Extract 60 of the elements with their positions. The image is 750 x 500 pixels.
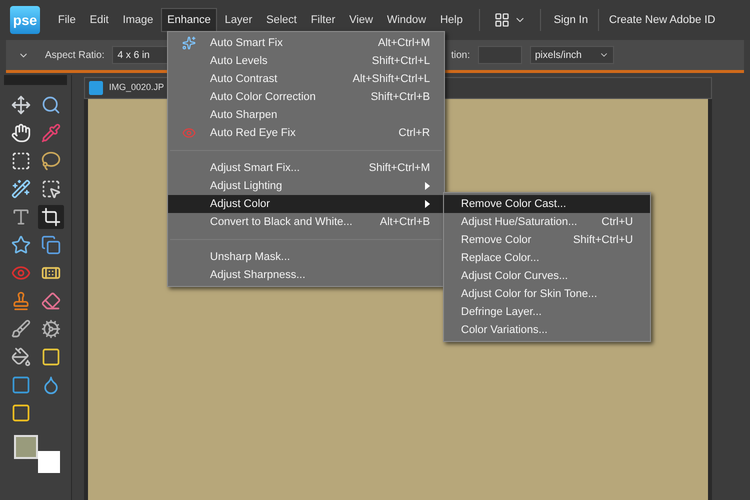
menu-item[interactable]: Help	[434, 8, 469, 32]
background-color-swatch[interactable]	[38, 451, 60, 473]
menu-option[interactable]: Adjust Color for Skin Tone...	[444, 285, 650, 303]
lasso-icon	[40, 151, 60, 171]
menu-option[interactable]: Adjust Lighting	[168, 177, 444, 195]
smart-fix-icon	[182, 36, 196, 50]
foreground-color-swatch[interactable]	[14, 435, 38, 459]
aspect-ratio-label: Aspect Ratio:	[45, 48, 104, 62]
eraser-icon	[40, 291, 60, 311]
stamp-icon	[11, 291, 31, 311]
magic-wand-icon	[11, 179, 31, 199]
menu-option[interactable]: Unsharp Mask...	[168, 248, 444, 266]
shape-icon	[11, 375, 31, 395]
menu-option[interactable]: Remove Color Shift+Ctrl+U	[444, 231, 650, 249]
menu-item[interactable]: Enhance	[161, 8, 217, 32]
resolution-label: tion:	[451, 48, 470, 62]
menu-option[interactable]: Auto Contrast Alt+Shift+Ctrl+L	[168, 70, 444, 88]
menu-option[interactable]: Adjust Color Curves...	[444, 267, 650, 285]
menu-option[interactable]: Color Variations...	[444, 321, 650, 339]
crop-icon	[40, 207, 60, 227]
menu-item[interactable]: File	[52, 8, 82, 32]
menu-option[interactable]: Adjust Color	[168, 195, 444, 213]
app-logo: pse	[10, 6, 40, 34]
document-icon	[89, 81, 103, 95]
menu-item[interactable]: Filter	[304, 8, 342, 32]
resolution-field[interactable]	[478, 46, 522, 64]
menu-option[interactable]: Remove Color Cast...	[444, 195, 650, 213]
menu-item[interactable]: Edit	[84, 8, 115, 32]
menu-item[interactable]: Window	[380, 8, 432, 32]
layout-icon	[494, 12, 510, 28]
menu-option[interactable]: Adjust Sharpness...	[168, 266, 444, 284]
create-account-link[interactable]: Create New Adobe ID	[606, 12, 718, 28]
zoom-icon	[40, 95, 60, 115]
menu-item[interactable]: Image	[116, 8, 160, 32]
hand-icon	[11, 123, 31, 143]
paint-bucket-icon	[11, 347, 31, 367]
menu-option[interactable]: Adjust Smart Fix... Shift+Ctrl+M	[168, 159, 444, 177]
menu-item[interactable]: Layer	[218, 8, 258, 32]
star-icon	[11, 235, 31, 255]
crop-tool[interactable]	[38, 205, 64, 229]
text-icon	[11, 207, 31, 227]
menu-option[interactable]: Replace Color...	[444, 249, 650, 267]
menu-option[interactable]: Auto Color Correction Shift+Ctrl+B	[168, 88, 444, 106]
marquee-icon	[11, 151, 31, 171]
menu-option[interactable]: Convert to Black and White... Alt+Ctrl+B	[168, 213, 444, 231]
units-dropdown[interactable]: pixels/inch	[530, 46, 614, 64]
selection-brush-icon	[40, 179, 60, 199]
sign-in-link[interactable]: Sign In	[550, 12, 591, 28]
brush-icon	[11, 319, 31, 339]
menu-option[interactable]: Auto Red Eye Fix Ctrl+R	[168, 124, 444, 142]
eye-icon	[182, 126, 196, 140]
recompose-icon	[40, 235, 60, 255]
eyedropper-icon	[40, 123, 60, 143]
menu-item[interactable]: Select	[260, 8, 303, 32]
document-title: IMG_0020.JP	[109, 81, 164, 94]
menu-option[interactable]: Defringe Layer...	[444, 303, 650, 321]
menu-option[interactable]: Adjust Hue/Saturation... Ctrl+U	[444, 213, 650, 231]
move-icon	[11, 95, 31, 115]
menu-option[interactable]: Auto Sharpen	[168, 106, 444, 124]
menu-item[interactable]: View	[343, 8, 379, 32]
